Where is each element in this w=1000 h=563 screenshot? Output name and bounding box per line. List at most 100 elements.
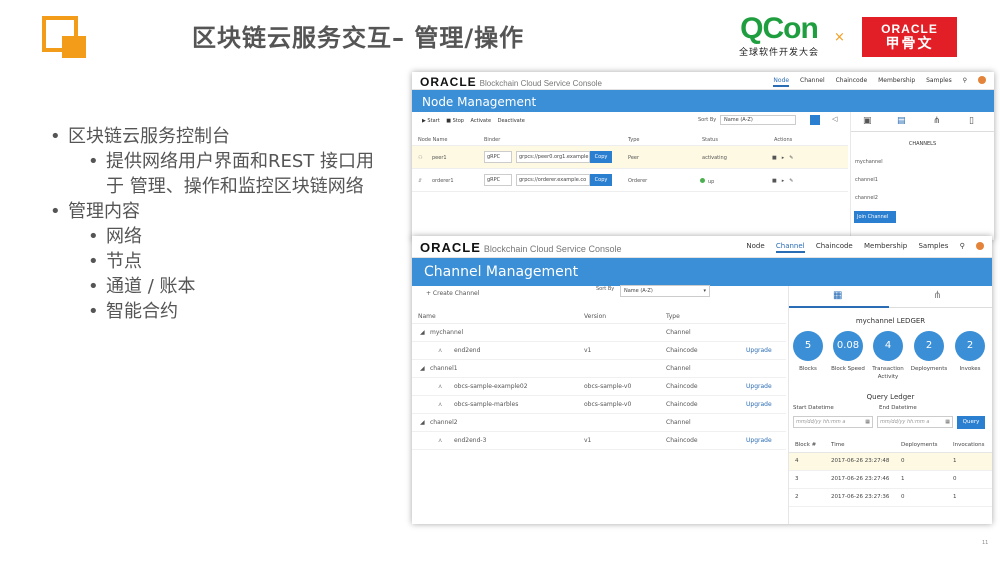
block-number: 4 <box>795 458 799 464</box>
address-field[interactable]: grpcs://orderer.example.co <box>516 174 590 186</box>
oracle-brand: ORACLE Blockchain Cloud Service Console <box>420 75 602 89</box>
protocol-select[interactable]: gRPC <box>484 174 512 186</box>
ledger-icon[interactable]: ▦ <box>833 290 842 301</box>
node-table: Node Name Binder Type Status Actions ⚇ p… <box>412 134 848 192</box>
nav-chaincode[interactable]: Chaincode <box>816 242 853 250</box>
channel-item[interactable]: channel1 <box>851 177 994 183</box>
calendar-icon[interactable]: ▦ <box>865 419 870 425</box>
row-actions-icon[interactable]: ■▸✎ <box>772 155 798 161</box>
nav-membership[interactable]: Membership <box>864 242 907 250</box>
search-icon[interactable]: ⚲ <box>963 77 967 84</box>
briefcase-icon[interactable]: ▣ <box>863 116 872 126</box>
list-view-icon[interactable] <box>810 115 820 125</box>
upgrade-link[interactable]: Upgrade <box>746 347 772 354</box>
block-deployments: 1 <box>901 476 905 482</box>
calendar-icon[interactable]: ▦ <box>945 419 950 425</box>
stat-label: Block Speed <box>831 366 865 372</box>
stat-label: Blocks <box>799 366 817 372</box>
channel-name: mychannel <box>430 329 464 336</box>
channels-icon[interactable]: ▤ <box>897 116 906 126</box>
block-table: Block # Time Deployments Invocations 4 2… <box>789 437 992 507</box>
deactivate-button[interactable]: Deactivate <box>498 118 525 124</box>
copy-button[interactable]: Copy <box>590 174 612 186</box>
column-header: Node Name <box>418 137 448 143</box>
row-type: Channel <box>666 365 691 372</box>
nav-samples[interactable]: Samples <box>918 242 948 250</box>
table-row[interactable]: ⋏ obcs-sample-marbles obcs-sample-v0 Cha… <box>412 396 786 414</box>
block-time: 2017-06-26 23:27:46 <box>831 476 890 482</box>
channel-item[interactable]: channel2 <box>851 195 994 201</box>
oracle-brand: ORACLE Blockchain Cloud Service Console <box>420 240 622 255</box>
nav-node[interactable]: Node <box>746 242 764 250</box>
channel-list-panel: + Create Channel Sort By Name (A-Z) ▾ Nam… <box>412 285 786 524</box>
query-ledger-title: Query Ledger <box>866 393 915 401</box>
nav-channel[interactable]: Channel <box>775 242 805 253</box>
nav-node[interactable]: Node <box>773 77 790 87</box>
start-datetime-input[interactable]: mm/dd/yy hh:mm a ▦ <box>793 416 873 428</box>
table-row[interactable]: ◢ channel2 Channel <box>412 414 786 432</box>
table-row[interactable]: ⋏ end2end-3 v1 Chaincode Upgrade <box>412 432 786 450</box>
network-icon[interactable]: ⋔ <box>933 116 941 126</box>
channel-name: channel2 <box>430 419 458 426</box>
table-header: Block # Time Deployments Invocations <box>789 437 992 453</box>
channel-item[interactable]: mychannel <box>851 159 994 165</box>
table-row[interactable]: ⋏ obcs-sample-example02 obcs-sample-v0 C… <box>412 378 786 396</box>
upgrade-link[interactable]: Upgrade <box>746 383 772 390</box>
copy-button[interactable]: Copy <box>590 151 612 163</box>
table-row[interactable]: ◢ channel1 Channel <box>412 360 786 378</box>
avatar-icon[interactable] <box>976 242 984 250</box>
search-icon[interactable]: ⚲ <box>960 242 965 250</box>
upgrade-link[interactable]: Upgrade <box>746 437 772 444</box>
stop-button[interactable]: ■ Stop <box>446 118 464 124</box>
start-button[interactable]: ▶ Start <box>422 118 440 124</box>
expand-icon[interactable]: ◢ <box>420 365 425 372</box>
slide-title: 区块链云服务交互– 管理/操作 <box>192 24 525 52</box>
query-button[interactable]: Query <box>957 416 985 429</box>
table-row[interactable]: ⇵ orderer1 gRPC grpcs://orderer.example.… <box>412 169 848 192</box>
chaincode-icon: ⋏ <box>438 437 443 444</box>
bullet-subitem: 节点 <box>50 249 390 274</box>
expand-icon[interactable]: ◢ <box>420 329 425 336</box>
network-icon[interactable]: ⋔ <box>933 290 941 301</box>
upgrade-link[interactable]: Upgrade <box>746 401 772 408</box>
table-row[interactable]: 2 2017-06-26 23:27:36 0 1 <box>789 489 992 507</box>
sort-select[interactable]: Name (A-Z) <box>720 115 796 125</box>
sort-select[interactable]: Name (A-Z) ▾ <box>620 285 710 297</box>
peer-icon: ⚇ <box>418 155 423 161</box>
address-field[interactable]: grpcs://peer0.org1.example <box>516 151 590 163</box>
column-header: Invocations <box>953 442 985 448</box>
node-type: Orderer <box>628 178 648 184</box>
table-row[interactable]: ⚇ peer1 gRPC grpcs://peer0.org1.example … <box>412 146 848 169</box>
end-datetime-input[interactable]: mm/dd/yy hh:mm a ▦ <box>877 416 953 428</box>
row-actions-icon[interactable]: ■▸✎ <box>772 178 798 184</box>
join-channel-button[interactable]: Join Channel <box>854 211 896 223</box>
nav-samples[interactable]: Samples <box>926 77 952 84</box>
table-row[interactable]: ◢ mychannel Channel <box>412 324 786 342</box>
nav-membership[interactable]: Membership <box>878 77 915 84</box>
avatar-icon[interactable] <box>978 76 986 84</box>
orderer-icon: ⇵ <box>418 178 423 184</box>
block-time: 2017-06-26 23:27:48 <box>831 458 890 464</box>
block-invocations: 0 <box>953 476 957 482</box>
table-row[interactable]: 4 2017-06-26 23:27:48 0 1 <box>789 453 992 471</box>
page-number: 11 <box>982 540 989 546</box>
document-icon[interactable]: ▯ <box>969 116 974 126</box>
stat-deployments-value: 2 <box>914 331 944 361</box>
nav-chaincode[interactable]: Chaincode <box>836 77 868 84</box>
protocol-select[interactable]: gRPC <box>484 151 512 163</box>
chaincode-icon: ⋏ <box>438 401 443 408</box>
block-time: 2017-06-26 23:27:36 <box>831 494 890 500</box>
expand-icon[interactable]: ◢ <box>420 419 425 426</box>
row-type: Channel <box>666 419 691 426</box>
activate-button[interactable]: Activate <box>471 118 492 124</box>
table-row[interactable]: ⋏ end2end v1 Chaincode Upgrade <box>412 342 786 360</box>
nav-channel[interactable]: Channel <box>800 77 825 84</box>
collapse-icon[interactable]: ◁ <box>832 115 837 123</box>
chaincode-name: end2end-3 <box>454 437 487 444</box>
channel-table: Name Version Type ◢ mychannel Channel ⋏ … <box>412 310 786 450</box>
column-header: Type <box>628 137 640 143</box>
block-deployments: 0 <box>901 458 905 464</box>
table-row[interactable]: 3 2017-06-26 23:27:46 1 0 <box>789 471 992 489</box>
create-channel-button[interactable]: + Create Channel <box>426 290 479 297</box>
bullet-item: 管理内容 <box>50 199 390 224</box>
